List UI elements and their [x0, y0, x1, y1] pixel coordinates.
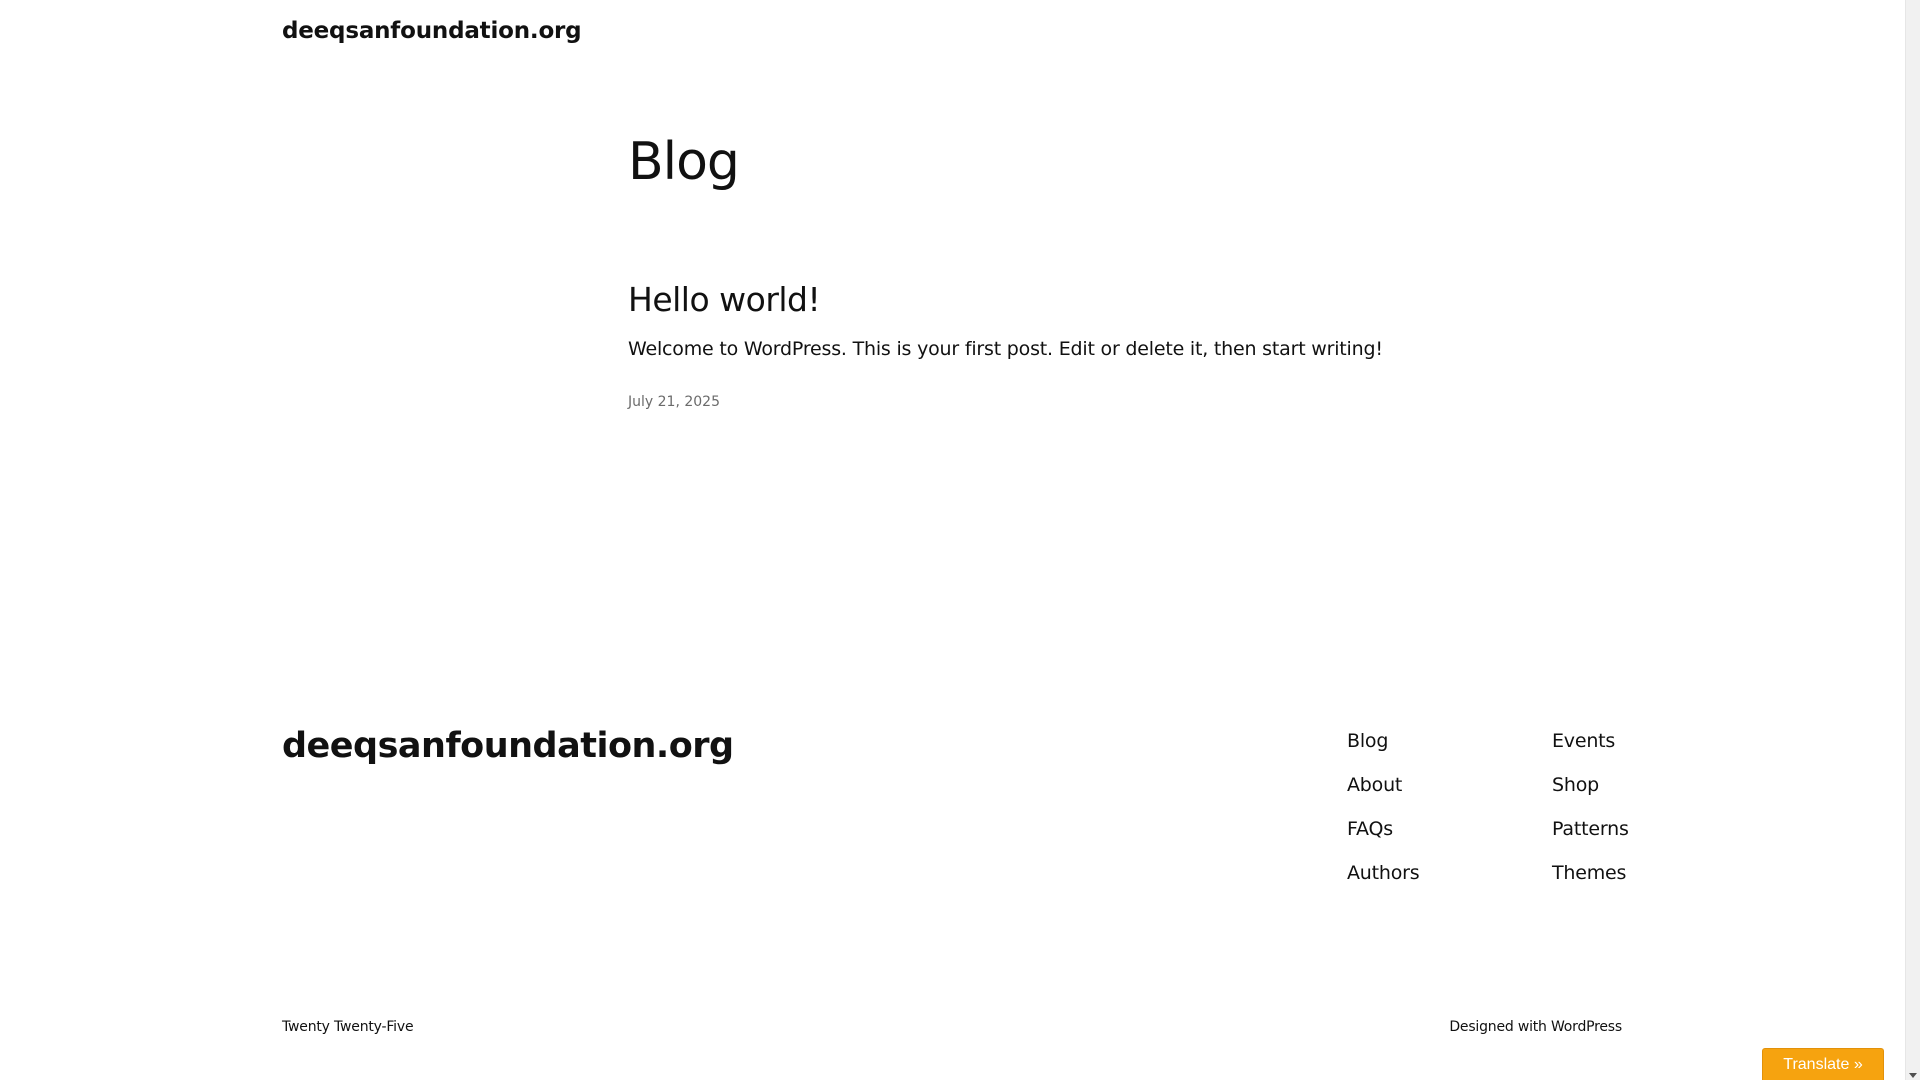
footer-nav-patterns[interactable]: Patterns [1552, 818, 1629, 840]
footer-nav-blog[interactable]: Blog [1347, 730, 1388, 752]
header-site-title-link[interactable]: deeqsanfoundation.org [282, 18, 582, 44]
footer-theme-credit: Twenty Twenty-Five [282, 1019, 414, 1035]
footer-site-title-link[interactable]: deeqsanfoundation.org [282, 726, 734, 766]
footer-nav-faqs[interactable]: FAQs [1347, 818, 1393, 840]
footer-nav-shop[interactable]: Shop [1552, 774, 1599, 796]
page: deeqsanfoundation.org Blog Hello world! … [0, 0, 1905, 1080]
post-date-link[interactable]: July 21, 2025 [628, 394, 720, 410]
post-excerpt: Welcome to WordPress. This is your first… [628, 338, 1383, 360]
footer-nav-authors[interactable]: Authors [1347, 862, 1420, 884]
translate-button[interactable]: Translate » [1762, 1048, 1884, 1080]
footer-nav-about[interactable]: About [1347, 774, 1402, 796]
page-title: Blog [628, 132, 740, 192]
post-title-link[interactable]: Hello world! [628, 280, 821, 319]
footer-designed-with-link[interactable]: Designed with WordPress [1449, 1019, 1622, 1035]
footer-nav-events[interactable]: Events [1552, 730, 1615, 752]
scroll-down-arrow-icon[interactable] [1909, 1073, 1917, 1078]
post-title: Hello world! [628, 280, 821, 319]
footer-nav-themes[interactable]: Themes [1552, 862, 1626, 884]
footer-nav-column-1: Blog About FAQs Authors [1347, 730, 1420, 906]
footer-nav-column-2: Events Shop Patterns Themes [1552, 730, 1629, 906]
page-scrollbar[interactable] [1905, 0, 1920, 1080]
